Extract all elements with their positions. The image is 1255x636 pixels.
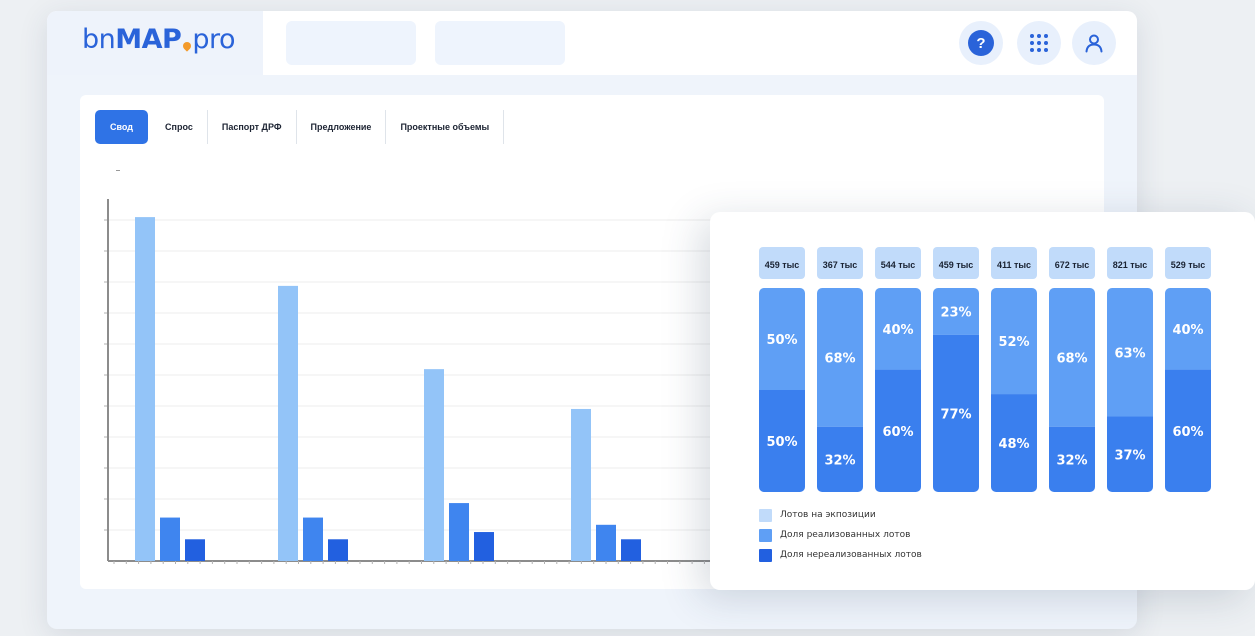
legend-label: Лотов на экпозиции [780,510,876,520]
value-label-top: 50% [766,333,797,348]
value-label-bottom: 60% [1172,425,1203,440]
bar [596,524,616,561]
bar [621,539,641,561]
stacked-bar [1165,288,1211,492]
value-label-top: 68% [1056,351,1087,366]
logo-area: bnMAP pro [47,11,263,75]
tab-proektnye-obemy[interactable]: Проектные объемы [386,110,505,144]
stacked-bar-chart: 459 тыс 50% 50% 367 тыс 68% 32% 544 тыс 40% 60% 4… [759,247,1211,492]
logo-part-1: bn [82,24,116,55]
bar [160,517,180,561]
bar [303,517,323,561]
value-label-bottom: 32% [824,453,855,468]
user-icon [1085,34,1103,53]
value-label-top: 63% [1114,346,1145,361]
tab-svod[interactable]: Свод [95,110,149,144]
stacked-chart-panel: 459 тыс 50% 50% 367 тыс 68% 32% 544 тыс 40% 60% 4… [710,212,1255,590]
value-label-bottom: 60% [882,425,913,440]
legend-item: Доля реализованных лотов [759,525,922,545]
tab-pasport-drf[interactable]: Паспорт ДРФ [208,110,297,144]
legend-swatch [759,508,772,522]
value-label-bottom: 50% [766,435,797,450]
grouped-bar-chart [104,199,718,564]
bar [571,408,591,561]
header-placeholder-2[interactable] [435,21,565,65]
help-icon: ? [968,30,994,56]
bar [449,503,469,561]
value-label-top: 40% [882,323,913,338]
stacked-bar [991,288,1037,492]
legend-label: Доля реализованных лотов [780,530,911,540]
value-label-top: 68% [824,351,855,366]
total-label: 821 тыс [1113,260,1148,270]
apps-button[interactable] [1017,21,1061,65]
tab-spros[interactable]: Спрос [151,110,208,144]
value-label-bottom: 77% [940,407,971,422]
header-placeholder-1[interactable] [286,21,416,65]
chart-legend: Лотов на экпозиции Доля реализованных ло… [759,505,922,565]
total-label: 367 тыс [823,260,858,270]
value-label-top: 52% [998,335,1029,350]
top-bar: bnMAP pro ? [47,11,1137,75]
tab-predlozhenie[interactable]: Предложение [297,110,387,144]
value-label-top: 40% [1172,323,1203,338]
legend-swatch [759,528,772,542]
logo[interactable]: bnMAP pro [82,24,235,55]
chart-dash-mark [116,170,120,171]
stacked-bar [875,288,921,492]
legend-label: Доля нереализованных лотов [780,550,922,560]
value-label-bottom: 48% [998,437,1029,452]
logo-part-3: pro [192,24,235,55]
stacked-bar [759,288,805,492]
total-label: 459 тыс [939,260,974,270]
profile-button[interactable] [1072,21,1116,65]
total-label: 411 тыс [997,260,1031,270]
legend-swatch [759,548,772,562]
tab-bar: Свод Спрос Паспорт ДРФ Предложение Проек… [95,110,505,144]
bar [135,217,155,561]
legend-item: Лотов на экпозиции [759,505,922,525]
bar [185,539,205,561]
total-label: 459 тыс [765,260,800,270]
bar [278,285,298,561]
value-label-top: 23% [940,305,971,320]
legend-item: Доля нереализованных лотов [759,545,922,565]
apps-grid-icon [1030,34,1048,52]
value-label-bottom: 32% [1056,453,1087,468]
help-button[interactable]: ? [959,21,1003,65]
total-label: 544 тыс [881,260,916,270]
total-label: 529 тыс [1171,260,1206,270]
value-label-bottom: 37% [1114,448,1145,463]
bar [424,369,444,561]
total-label: 672 тыс [1055,260,1090,270]
logo-part-2: MAP [115,24,182,55]
bar [328,539,348,561]
bar [474,532,494,561]
